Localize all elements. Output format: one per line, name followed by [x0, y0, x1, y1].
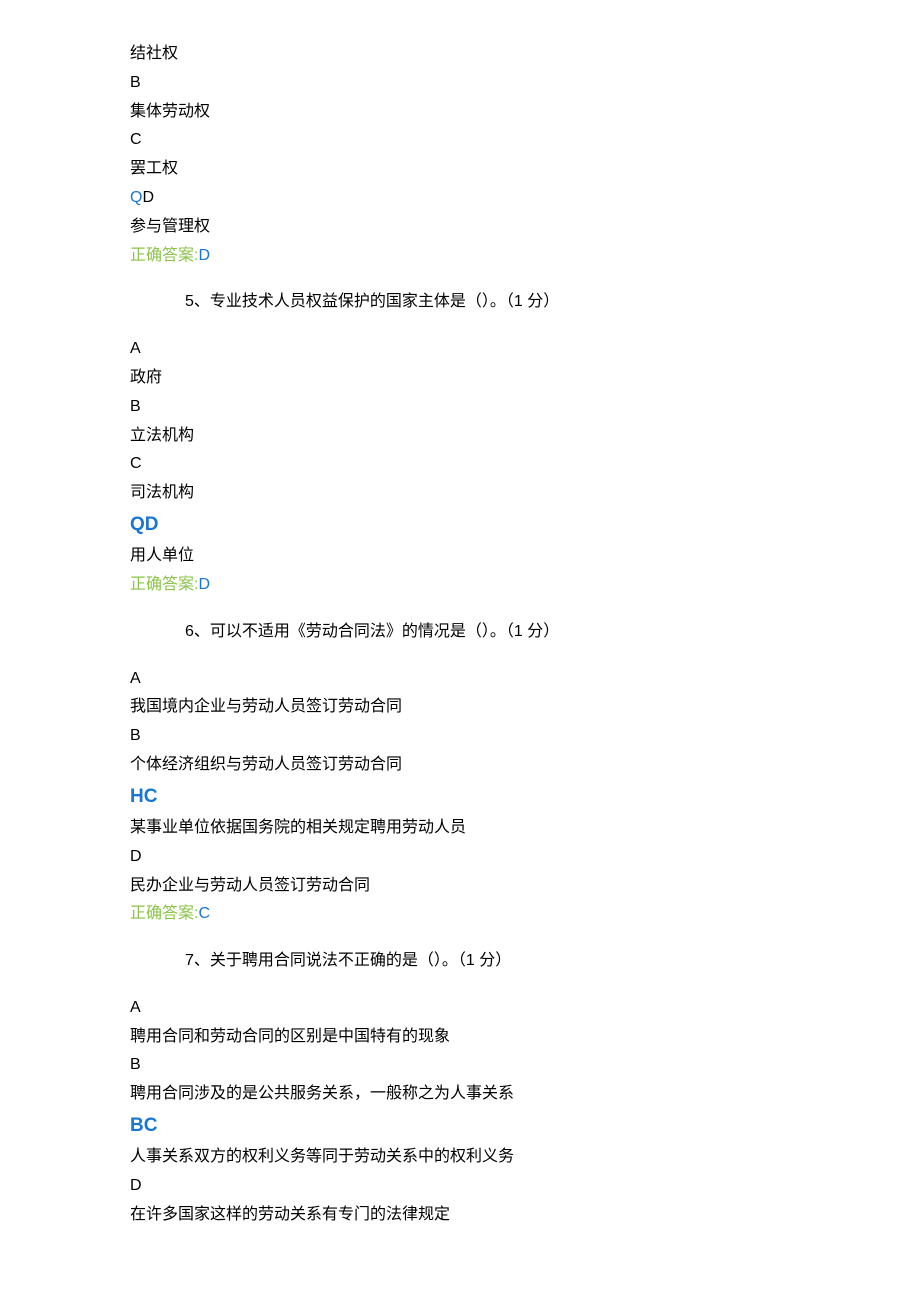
q6-answer-label: 正确答案: — [130, 905, 198, 922]
q5-marker-q: Q — [130, 514, 145, 535]
q5-answer-value: D — [198, 576, 210, 593]
q5-marker-d: D — [145, 514, 159, 535]
q7-option-c-text: 人事关系双方的权利义务等同于劳动关系中的权利义务 — [130, 1143, 860, 1172]
q7-option-a-letter: A — [130, 994, 860, 1023]
q5-answer: 正确答案:D — [130, 571, 860, 600]
q6-option-c-text: 某事业单位依据国务院的相关规定聘用劳动人员 — [130, 814, 860, 843]
q4-option-d-marker: QD — [130, 184, 860, 213]
q5-option-c-letter: C — [130, 450, 860, 479]
q7-marker-c: C — [144, 1115, 158, 1136]
q4-answer-value: D — [198, 247, 210, 264]
q6-marker-c: C — [144, 786, 158, 807]
q7-option-a-text: 聘用合同和劳动合同的区别是中国特有的现象 — [130, 1023, 860, 1052]
q5-option-a-letter: A — [130, 335, 860, 364]
q5-option-c-text: 司法机构 — [130, 479, 860, 508]
q4-option-c-text: 罢工权 — [130, 155, 860, 184]
q7-option-b-text: 聘用合同涉及的是公共服务关系，一般称之为人事关系 — [130, 1080, 860, 1109]
q7-heading: 7、关于聘用合同说法不正确的是（）。（1 分） — [185, 947, 860, 976]
q5-option-b-letter: B — [130, 393, 860, 422]
q4-marker-d: D — [142, 189, 154, 206]
q7-option-b-letter: B — [130, 1051, 860, 1080]
q6-option-a-letter: A — [130, 665, 860, 694]
q5-answer-label: 正确答案: — [130, 576, 198, 593]
q4-option-a-text: 结社权 — [130, 40, 860, 69]
document-content: 结社权 B 集体劳动权 C 罢工权 QD 参与管理权 正确答案:D 5、专业技术… — [0, 40, 920, 1230]
q7-option-d-text: 在许多国家这样的劳动关系有专门的法律规定 — [130, 1201, 860, 1230]
q7-marker-b: B — [130, 1115, 144, 1136]
q6-heading: 6、可以不适用《劳动合同法》的情况是（）。（1 分） — [185, 618, 860, 647]
q5-option-b-text: 立法机构 — [130, 422, 860, 451]
q6-option-a-text: 我国境内企业与劳动人员签订劳动合同 — [130, 693, 860, 722]
q4-answer: 正确答案:D — [130, 242, 860, 271]
q5-option-d-text: 用人单位 — [130, 542, 860, 571]
q4-option-b-text: 集体劳动权 — [130, 98, 860, 127]
q5-heading: 5、专业技术人员权益保护的国家主体是（）。（1 分） — [185, 288, 860, 317]
q6-marker-h: H — [130, 786, 144, 807]
q4-option-d-text: 参与管理权 — [130, 213, 860, 242]
q5-option-d-marker: QD — [130, 508, 860, 542]
q6-answer-value: C — [198, 905, 210, 922]
q4-answer-label: 正确答案: — [130, 247, 198, 264]
q4-marker-q: Q — [130, 189, 142, 206]
q6-option-d-letter: D — [130, 843, 860, 872]
q7-option-c-marker: BC — [130, 1109, 860, 1143]
q5-option-a-text: 政府 — [130, 364, 860, 393]
q6-option-d-text: 民办企业与劳动人员签订劳动合同 — [130, 872, 860, 901]
q6-answer: 正确答案:C — [130, 900, 860, 929]
q7-option-d-letter: D — [130, 1172, 860, 1201]
q4-option-c-letter: C — [130, 126, 860, 155]
q6-option-b-letter: B — [130, 722, 860, 751]
q6-option-c-marker: HC — [130, 780, 860, 814]
q4-option-b-letter: B — [130, 69, 860, 98]
q6-option-b-text: 个体经济组织与劳动人员签订劳动合同 — [130, 751, 860, 780]
